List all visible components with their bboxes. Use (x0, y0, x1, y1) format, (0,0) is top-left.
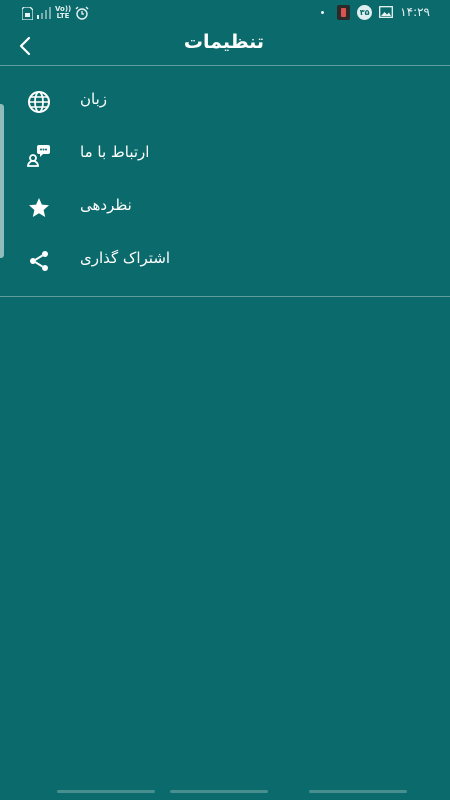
notification-count-badge: ۳۵ (357, 4, 373, 20)
navigation-gesture-bar (0, 790, 450, 794)
image-icon (379, 6, 394, 18)
notification-dot (321, 10, 325, 14)
menu-item-language[interactable]: زبان (0, 76, 450, 129)
menu-item-rate[interactable]: نظردهی (0, 182, 450, 235)
header-divider (0, 65, 450, 66)
nav-hint-left[interactable] (57, 790, 155, 793)
status-right-group: ۳۵ ۱۴:۲۹ (321, 3, 430, 21)
menu-item-label: زبان (80, 90, 108, 108)
clock: ۱۴:۲۹ (400, 5, 430, 19)
share-icon (30, 251, 48, 271)
menu-item-label: اشتراک گذاری (80, 249, 171, 267)
app-bar: تنظیمات (0, 26, 450, 66)
menu-item-contact-us[interactable]: ارتباط با ما (0, 129, 450, 182)
nav-hint-center[interactable] (170, 790, 268, 793)
page-title: تنظیمات (183, 31, 264, 53)
star-icon (29, 198, 49, 217)
contact-chat-icon (27, 145, 50, 167)
status-bar: Vo)) LTE ۳۵ ۱۴:۲۹ (0, 0, 450, 26)
volte-indicator: Vo)) LTE (55, 5, 72, 20)
menu-item-share[interactable]: اشتراک گذاری (0, 235, 450, 288)
app-notification-icon (337, 4, 351, 20)
globe-icon (28, 91, 50, 113)
alarm-icon (75, 6, 89, 20)
nav-hint-right[interactable] (309, 790, 407, 793)
settings-menu: زبان ارتباط با ما نظردهی اشتراک گذاری (0, 76, 450, 288)
back-button[interactable] (12, 32, 40, 60)
sim-icon (22, 6, 33, 20)
menu-item-label: نظردهی (80, 196, 132, 214)
chevron-left-icon (19, 36, 31, 56)
status-left-group: Vo)) LTE (22, 4, 89, 22)
signal-icon (37, 7, 51, 19)
menu-item-label: ارتباط با ما (80, 143, 150, 161)
menu-divider (0, 296, 450, 297)
